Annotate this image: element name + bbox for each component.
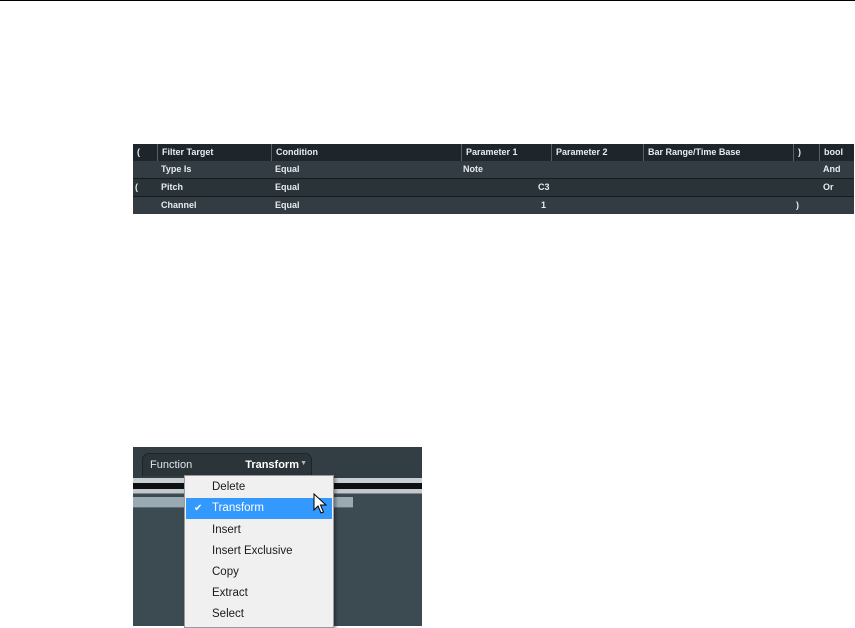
open-paren-cell[interactable]: ( xyxy=(135,179,138,196)
bool-cell[interactable]: And xyxy=(823,161,841,178)
filter-target-cell[interactable]: Channel xyxy=(161,197,197,214)
menu-item-label: Transform xyxy=(212,502,264,514)
menu-item-label: Insert xyxy=(212,524,241,536)
parameter-1-cell[interactable]: C3 xyxy=(538,179,550,196)
menu-item-insert-exclusive[interactable]: Insert Exclusive xyxy=(186,541,332,562)
table-header-row: ( Filter Target Condition Parameter 1 Pa… xyxy=(133,144,854,161)
menu-item-transform[interactable]: ✔ Transform xyxy=(186,498,332,519)
filter-target-cell[interactable]: Type Is xyxy=(161,161,191,178)
chevron-down-icon[interactable]: ▼ xyxy=(300,460,307,467)
column-header-filter-target[interactable]: Filter Target xyxy=(157,144,272,161)
checkmark-icon: ✔ xyxy=(194,503,203,514)
bool-cell[interactable]: Or xyxy=(823,179,834,196)
menu-item-insert[interactable]: Insert xyxy=(186,520,332,541)
column-header-parameter-2[interactable]: Parameter 2 xyxy=(551,144,644,161)
filter-conditions-table: ( Filter Target Condition Parameter 1 Pa… xyxy=(133,144,854,214)
condition-cell[interactable]: Equal xyxy=(275,197,300,214)
menu-item-delete[interactable]: Delete xyxy=(186,477,332,498)
column-header-parameter-1[interactable]: Parameter 1 xyxy=(461,144,552,161)
top-rule xyxy=(0,0,855,1)
menu-item-label: Delete xyxy=(212,481,246,493)
parameter-1-cell[interactable]: Note xyxy=(463,161,483,178)
menu-item-label: Insert Exclusive xyxy=(212,545,293,557)
menu-item-label: Extract xyxy=(212,587,248,599)
column-header-close-paren[interactable]: ) xyxy=(793,144,820,161)
function-selector[interactable]: Function Transform ▼ xyxy=(142,453,312,476)
mouse-cursor-icon xyxy=(313,493,327,514)
table-row[interactable]: Channel Equal 1 ) xyxy=(133,197,854,214)
parameter-1-cell[interactable]: 1 xyxy=(541,197,546,214)
filter-target-cell[interactable]: Pitch xyxy=(161,179,183,196)
menu-item-select[interactable]: Select xyxy=(186,604,332,625)
table-row[interactable]: Type Is Equal Note And xyxy=(133,161,854,178)
column-header-bar-range[interactable]: Bar Range/Time Base xyxy=(643,144,794,161)
menu-item-extract[interactable]: Extract xyxy=(186,583,332,604)
column-header-condition[interactable]: Condition xyxy=(271,144,462,161)
column-header-bool[interactable]: bool xyxy=(819,144,855,161)
condition-cell[interactable]: Equal xyxy=(275,161,300,178)
column-header-open-paren[interactable]: ( xyxy=(133,144,157,161)
function-value[interactable]: Transform xyxy=(245,459,299,471)
function-label: Function xyxy=(150,459,193,471)
function-dropdown-menu: Delete ✔ Transform Insert Insert Exclusi… xyxy=(184,475,334,628)
menu-item-label: Copy xyxy=(212,566,239,578)
table-row[interactable]: ( Pitch Equal C3 Or xyxy=(133,179,854,196)
close-paren-cell[interactable]: ) xyxy=(796,197,799,214)
menu-item-label: Select xyxy=(212,608,244,620)
menu-item-copy[interactable]: Copy xyxy=(186,562,332,583)
condition-cell[interactable]: Equal xyxy=(275,179,300,196)
